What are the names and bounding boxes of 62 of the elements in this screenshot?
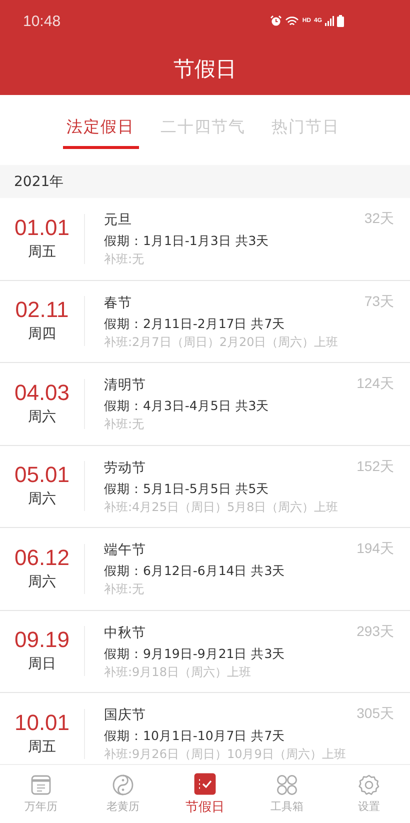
makeup-workdays: 补班:无 (104, 251, 146, 268)
holiday-date: 10.01 (14, 710, 70, 736)
holiday-name: 春节 (104, 294, 133, 313)
page-title: 节假日 (174, 56, 236, 82)
status-time: 10:48 (23, 12, 61, 30)
makeup-workdays: 补班:9月18日（周六）上班 (104, 664, 252, 681)
days-countdown: 305天 (356, 705, 394, 723)
holiday-row[interactable]: 02.11 周四 春节 假期：2月11日-2月17日 共7天 补班:2月7日（周日）2月20日（周六）上班 73天 (0, 280, 410, 363)
weekday: 周日 (28, 655, 56, 674)
holiday-row[interactable]: 05.01 周六 劳动节 假期：5月1日-5月5日 共5天 补班:4月25日（周日）5月8日（周六）上班 152天 (0, 446, 410, 528)
holiday-period: 假期：1月1日-1月3日 共3天 (104, 232, 270, 250)
weekday: 周五 (28, 242, 56, 262)
holiday-period: 假期：10月1日-10月7日 共7天 (104, 727, 286, 746)
weekday: 周六 (28, 490, 56, 510)
settings-icon (358, 774, 380, 796)
wifi-icon (285, 16, 300, 26)
holiday-row[interactable]: 06.12 周六 端午节 假期：6月12日-6月14日 共3天 补班:无 194天 (0, 528, 410, 610)
alarm-icon (270, 15, 282, 27)
makeup-workdays: 补班:2月7日（周日）2月20日（周六）上班 (104, 334, 338, 351)
makeup-workdays: 补班:无 (104, 581, 146, 598)
days-countdown: 293天 (356, 622, 394, 640)
calendar-icon (30, 774, 52, 796)
holiday-period: 假期：9月19日-9月21日 共3天 (104, 644, 286, 663)
days-countdown: 124天 (356, 375, 394, 393)
weekday: 周五 (28, 738, 56, 757)
grid-icon (276, 774, 298, 796)
holiday-name: 端午节 (104, 541, 147, 560)
days-countdown: 32天 (364, 210, 394, 228)
weekday: 周六 (28, 572, 56, 592)
holiday-name: 元旦 (104, 211, 133, 230)
holiday-date: 09.19 (14, 627, 70, 654)
tab[interactable]: 法定假日 (62, 111, 138, 149)
nav-item[interactable]: 节假日 (164, 765, 246, 823)
holiday-date: 01.01 (14, 214, 70, 241)
holiday-period: 假期：5月1日-5月5日 共5天 (104, 480, 270, 498)
holiday-period: 假期：4月3日-4月5日 共3天 (104, 397, 270, 416)
makeup-workdays: 补班:无 (104, 416, 146, 434)
days-countdown: 194天 (356, 540, 394, 558)
holiday-date: 05.01 (14, 462, 70, 488)
holiday-row[interactable]: 09.19 周日 中秋节 假期：9月19日-9月21日 共3天 补班:9月18日（周六）上班 293天 (0, 610, 410, 693)
yin-yang-icon (112, 774, 134, 796)
holiday-date: 06.12 (14, 544, 70, 571)
holiday-row[interactable]: 04.03 周六 清明节 假期：4月3日-4月5日 共3天 补班:无 124天 (0, 363, 410, 446)
holiday-name: 清明节 (104, 376, 147, 396)
makeup-workdays: 补班:4月25日（周日）5月8日（周六）上班 (104, 498, 338, 516)
weekday: 周四 (28, 325, 56, 344)
holiday-date: 02.11 (15, 297, 69, 324)
weekday: 周六 (28, 408, 56, 427)
signal-icon (325, 16, 334, 26)
battery-icon (337, 15, 344, 27)
holiday-period: 假期：6月12日-6月14日 共3天 (104, 562, 286, 580)
holiday-period: 假期：2月11日-2月17日 共7天 (104, 314, 286, 333)
checklist-icon (194, 772, 216, 794)
makeup-workdays: 补班:9月26日（周日）10月9日（周六）上班 (104, 746, 346, 764)
holiday-row[interactable]: 01.01 周五 元旦 假期：1月1日-1月3日 共3天 补班:无 32天 (0, 198, 410, 280)
holiday-name: 中秋节 (104, 624, 147, 643)
days-countdown: 152天 (356, 458, 394, 476)
year-label: 2021年 (14, 172, 64, 190)
days-countdown: 73天 (364, 292, 394, 310)
holiday-name: 国庆节 (104, 706, 147, 726)
holiday-date: 04.03 (14, 380, 70, 406)
holiday-name: 劳动节 (104, 458, 147, 478)
